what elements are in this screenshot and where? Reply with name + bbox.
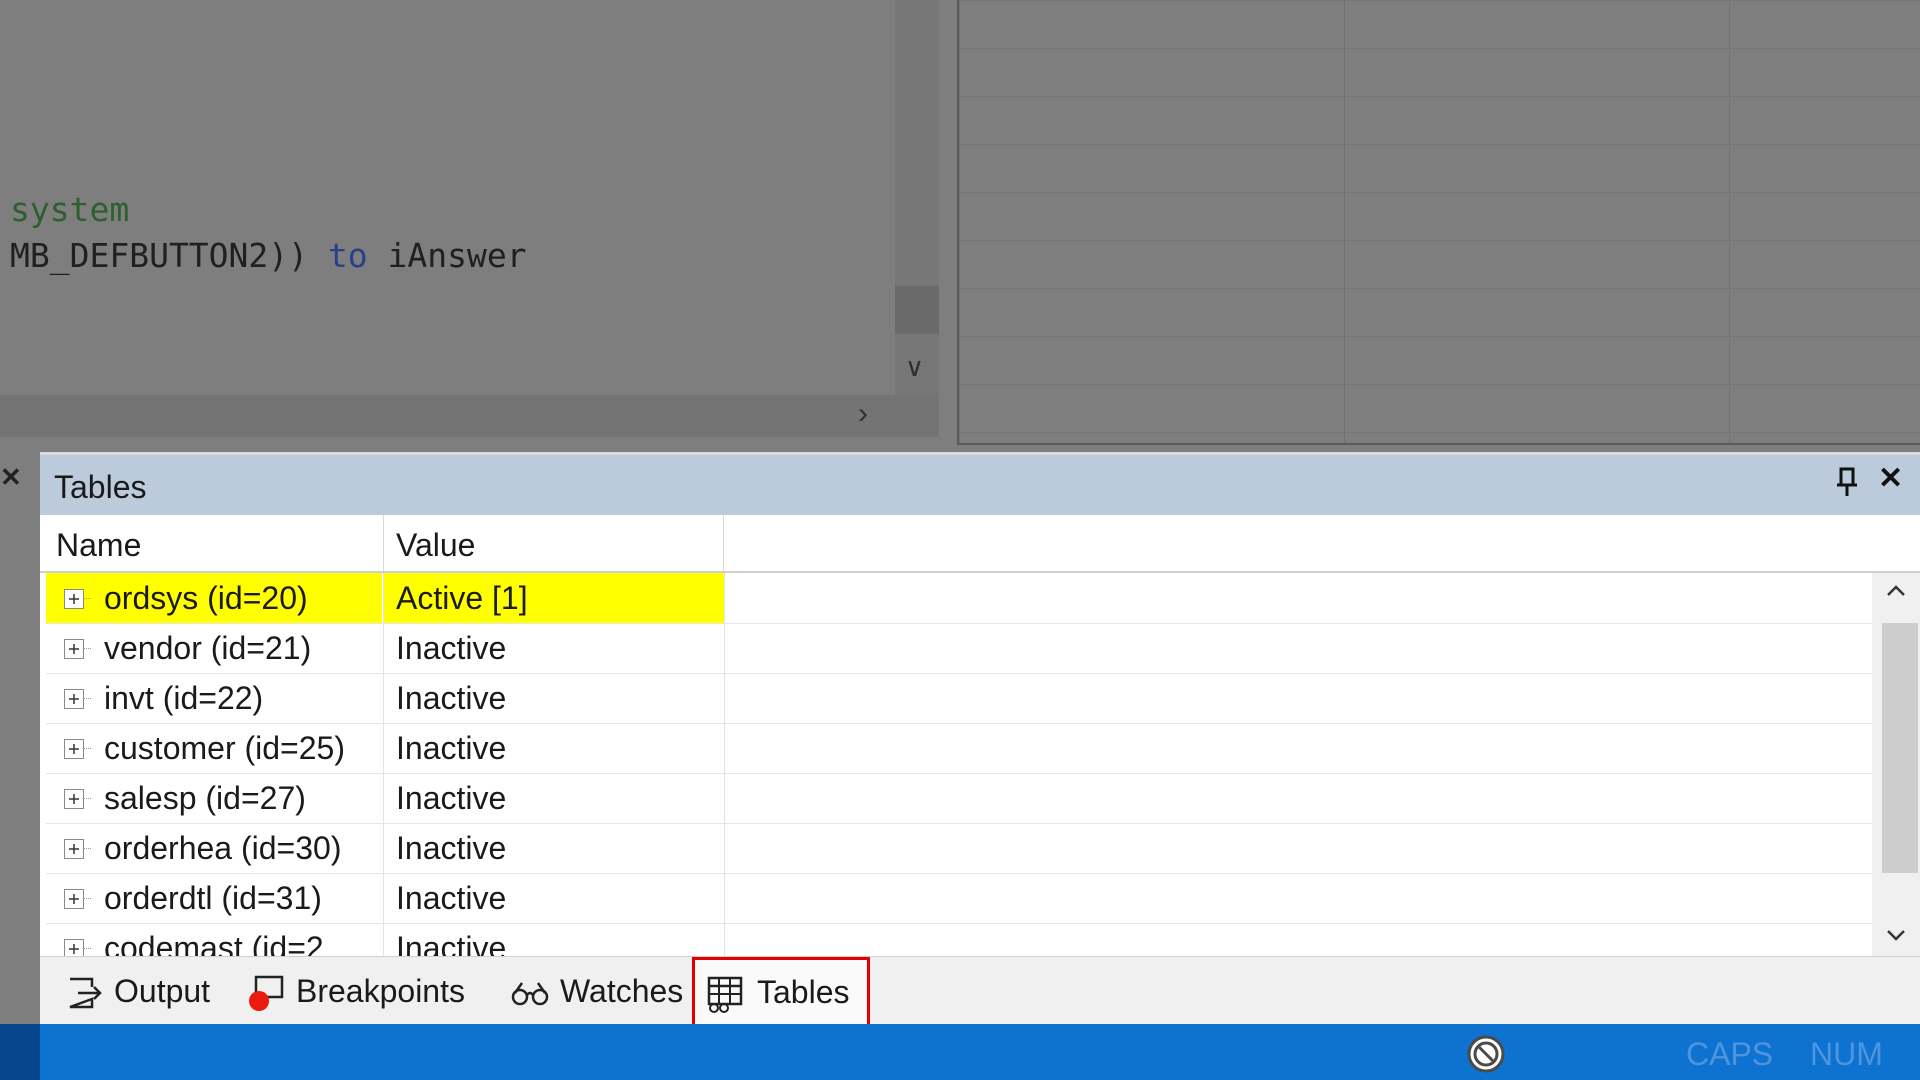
name-cell: salesp (id=27): [46, 773, 382, 823]
status-bar-left-segment: [0, 1024, 40, 1080]
expand-plus-icon[interactable]: [64, 639, 84, 659]
name-cell: orderdtl (id=31): [46, 873, 382, 923]
code-editor[interactable]: system MB_DEFBUTTON2)) to iAnswer: [0, 0, 895, 395]
tree-connector: [83, 648, 91, 649]
output-icon: [69, 977, 102, 1009]
expand-plus-icon[interactable]: [64, 839, 84, 859]
value-cell: Inactive: [383, 723, 725, 773]
name-cell: ordsys (id=20): [46, 573, 382, 623]
scrollbar-thumb[interactable]: [895, 286, 939, 334]
code-text: MB_DEFBUTTON2)): [10, 236, 328, 275]
tab-label: Breakpoints: [296, 973, 465, 1009]
column-divider[interactable]: [723, 515, 724, 571]
table-status: Inactive: [396, 780, 507, 816]
table-name: customer (id=25): [104, 730, 345, 766]
table-row[interactable]: ordsys (id=20) Active [1]: [46, 573, 1872, 624]
expand-plus-icon[interactable]: [64, 889, 84, 909]
tables-vertical-scrollbar[interactable]: [1872, 573, 1920, 959]
tree-connector: [83, 948, 91, 949]
table-name: vendor (id=21): [104, 630, 312, 666]
pin-icon[interactable]: [1830, 465, 1864, 499]
table-status: Inactive: [396, 830, 507, 866]
panel-title: Tables: [54, 469, 147, 505]
value-cell: Inactive: [383, 673, 725, 723]
chevron-down-icon[interactable]: [1884, 923, 1908, 947]
name-cell: vendor (id=21): [46, 623, 382, 673]
value-cell: Inactive: [383, 823, 725, 873]
grid-panel: [957, 0, 1920, 445]
editor-horizontal-scrollbar[interactable]: ›: [0, 395, 939, 437]
table-name: salesp (id=27): [104, 780, 306, 816]
table-row[interactable]: invt (id=22) Inactive: [46, 673, 1872, 724]
no-entry-icon: [1467, 1035, 1505, 1073]
column-divider[interactable]: [383, 515, 384, 571]
table-icon: [707, 976, 743, 1013]
tables-list: ordsys (id=20) Active [1] vendor (id=21)…: [46, 573, 1872, 961]
editor-vertical-scrollbar[interactable]: ∨: [895, 0, 939, 395]
value-cell: Active [1]: [383, 573, 725, 623]
code-line: system: [10, 190, 130, 229]
tree-connector: [83, 698, 91, 699]
name-cell: invt (id=22): [46, 673, 382, 723]
tab-tables[interactable]: Tables: [692, 957, 870, 1033]
column-header: Name Value: [40, 515, 1920, 573]
panel-title-bar: Tables ✕: [40, 455, 1920, 515]
column-header-name[interactable]: Name: [56, 527, 141, 564]
tree-connector: [83, 598, 91, 599]
value-cell: Inactive: [383, 773, 725, 823]
chevron-right-icon[interactable]: ›: [858, 397, 868, 431]
table-status: Inactive: [396, 730, 507, 766]
expand-plus-icon[interactable]: [64, 589, 84, 609]
status-bar: CAPS NUM: [0, 1024, 1920, 1080]
tree-connector: [83, 848, 91, 849]
table-name: invt (id=22): [104, 680, 264, 716]
expand-plus-icon[interactable]: [64, 789, 84, 809]
table-row[interactable]: orderhea (id=30) Inactive: [46, 823, 1872, 874]
tab-label: Output: [114, 973, 211, 1009]
tables-panel: Tables ✕ Name Value ordsys (id=20) Activ…: [40, 452, 1920, 1027]
panel-tab-bar: Output Breakpoints Watches Tables: [40, 956, 1920, 1033]
tab-breakpoints[interactable]: Breakpoints: [236, 963, 486, 1019]
tab-label: Tables: [757, 974, 850, 1010]
close-icon[interactable]: ✕: [1878, 461, 1903, 496]
table-status: Inactive: [396, 880, 507, 916]
close-icon[interactable]: ✕: [0, 462, 22, 493]
table-status: Inactive: [396, 630, 507, 666]
tab-output[interactable]: Output: [54, 963, 226, 1019]
table-row[interactable]: vendor (id=21) Inactive: [46, 623, 1872, 674]
glasses-icon: [511, 982, 549, 1006]
value-cell: Inactive: [383, 873, 725, 923]
table-name: orderhea (id=30): [104, 830, 342, 866]
table-row[interactable]: salesp (id=27) Inactive: [46, 773, 1872, 824]
table-status: Inactive: [396, 680, 507, 716]
table-row[interactable]: customer (id=25) Inactive: [46, 723, 1872, 774]
tree-connector: [83, 898, 91, 899]
tree-connector: [83, 748, 91, 749]
table-status: Active [1]: [396, 580, 528, 616]
name-cell: customer (id=25): [46, 723, 382, 773]
code-line: MB_DEFBUTTON2)) to iAnswer: [10, 236, 527, 275]
code-keyword: to: [327, 236, 368, 275]
table-name: orderdtl (id=31): [104, 880, 322, 916]
column-header-value[interactable]: Value: [396, 527, 475, 564]
expand-plus-icon[interactable]: [64, 739, 84, 759]
code-text: iAnswer: [367, 236, 527, 275]
caps-lock-indicator: CAPS: [1686, 1036, 1774, 1072]
expand-plus-icon[interactable]: [64, 689, 84, 709]
tab-watches[interactable]: Watches: [500, 963, 720, 1019]
breakpoint-icon: [249, 975, 284, 1011]
name-cell: orderhea (id=30): [46, 823, 382, 873]
tree-connector: [83, 798, 91, 799]
chevron-up-icon[interactable]: [1884, 579, 1908, 603]
num-lock-indicator: NUM: [1810, 1036, 1883, 1072]
tab-label: Watches: [560, 973, 684, 1009]
scrollbar-thumb[interactable]: [1882, 623, 1918, 873]
table-row[interactable]: orderdtl (id=31) Inactive: [46, 873, 1872, 924]
value-cell: Inactive: [383, 623, 725, 673]
table-name: ordsys (id=20): [104, 580, 308, 616]
chevron-down-icon[interactable]: ∨: [905, 352, 924, 383]
left-side-panel: ✕: [0, 452, 40, 1024]
